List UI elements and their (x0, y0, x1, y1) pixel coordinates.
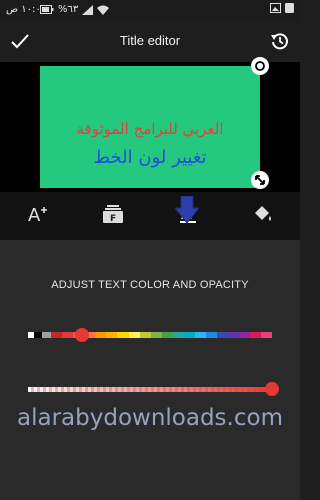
resize-handle-icon[interactable] (251, 171, 269, 189)
panel-title: ADJUST TEXT COLOR AND OPACITY (51, 279, 249, 291)
color-spectrum-slider[interactable] (28, 332, 273, 338)
tab-background-color[interactable] (225, 192, 300, 240)
battery-icon (40, 5, 54, 14)
color-slider-thumb[interactable] (74, 328, 89, 342)
app-bar: Title editor (0, 22, 300, 62)
title-preview: العربي للبرامج الموثوقة تغيير لون الخط (0, 57, 300, 192)
status-icons: %٦٣ (40, 4, 294, 15)
tab-font[interactable]: F (75, 192, 150, 240)
rotate-handle-icon[interactable] (251, 57, 269, 75)
opacity-slider-thumb[interactable] (265, 382, 279, 396)
svg-text:F: F (110, 214, 116, 223)
svg-text:A: A (28, 205, 41, 224)
history-icon[interactable] (270, 31, 290, 55)
tab-text-style[interactable]: A (0, 192, 75, 240)
battery-percent: %٦٣ (58, 4, 79, 15)
title-line-2[interactable]: تغيير لون الخط (40, 147, 260, 168)
font-icon: F (102, 205, 123, 227)
paint-bucket-icon (252, 204, 274, 228)
wifi-icon (97, 5, 110, 15)
text-style-icon: A (27, 204, 49, 228)
title-canvas[interactable]: العربي للبرامج الموثوقة تغيير لون الخط (40, 66, 260, 188)
color-panel: ADJUST TEXT COLOR AND OPACITY alarabydow… (0, 240, 300, 500)
pointer-arrow-icon (173, 195, 201, 228)
status-icons-right (270, 3, 294, 13)
opacity-slider[interactable] (28, 387, 272, 392)
watermark-text: alarabydownloads.com (17, 405, 283, 431)
gallery-icon (270, 3, 281, 13)
status-bar: ١٠:٠٠ ص %٦٣ (0, 0, 300, 22)
notification-icon (285, 3, 294, 13)
title-line-1[interactable]: العربي للبرامج الموثوقة (40, 120, 260, 138)
editor-tabs: A F A (0, 192, 300, 240)
page-title: Title editor (119, 33, 181, 48)
signal-icon (82, 4, 94, 15)
